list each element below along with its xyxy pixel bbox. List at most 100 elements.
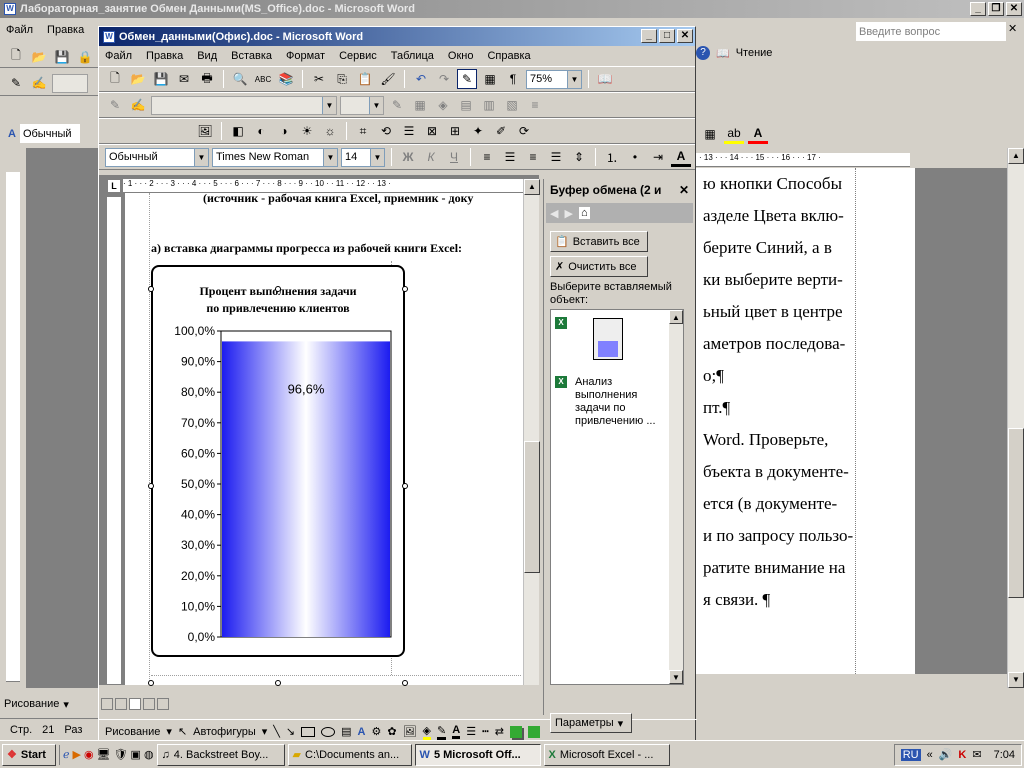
options-button[interactable]: Параметры ▾ bbox=[550, 713, 632, 733]
indent-icon[interactable]: ⇥ bbox=[648, 147, 668, 167]
help-icon[interactable]: ? bbox=[696, 46, 710, 60]
edit-icon[interactable]: ✎ bbox=[6, 73, 26, 93]
print-icon[interactable]: 🖶 bbox=[197, 69, 217, 89]
line-spacing-icon[interactable]: ⇕ bbox=[569, 147, 589, 167]
border-icon[interactable]: ▦ bbox=[410, 95, 430, 115]
transparent-icon[interactable]: ✐ bbox=[491, 121, 511, 141]
style-combo[interactable]: Обычный ▼ bbox=[105, 147, 209, 167]
diagram-icon[interactable]: ⚙ bbox=[371, 725, 381, 738]
resize-handle[interactable] bbox=[148, 483, 154, 489]
align-left-icon[interactable]: ≡ bbox=[477, 147, 497, 167]
autoshapes-menu[interactable]: Автофигуры bbox=[193, 726, 256, 738]
styles-icon[interactable]: A bbox=[8, 128, 16, 140]
fill-icon[interactable]: ◈ bbox=[433, 95, 453, 115]
quicklaunch-icon-6[interactable]: ▣ bbox=[131, 748, 141, 761]
menu-edit[interactable]: Правка bbox=[47, 24, 84, 36]
italic-button[interactable]: К bbox=[421, 147, 441, 167]
new-doc-icon[interactable]: 🗋 bbox=[6, 47, 26, 67]
scroll-down-button[interactable]: ▼ bbox=[1008, 672, 1024, 688]
compress-icon[interactable]: ⊠ bbox=[422, 121, 442, 141]
close-icon[interactable]: ✕ bbox=[679, 183, 689, 197]
task-word[interactable]: W5 Microsoft Off... bbox=[414, 743, 541, 766]
rotate-icon[interactable]: ⟲ bbox=[376, 121, 396, 141]
fill-color-icon[interactable]: ◈ bbox=[422, 724, 432, 740]
copy-icon[interactable]: ⎘ bbox=[332, 69, 352, 89]
redo-icon[interactable]: ↷ bbox=[434, 69, 454, 89]
disabled-combo-2[interactable]: ▼ bbox=[340, 95, 384, 115]
print-preview-icon[interactable]: 🔍 bbox=[230, 69, 250, 89]
bold-button[interactable]: Ж bbox=[398, 147, 418, 167]
list-scrollbar[interactable]: ▲ ▼ bbox=[669, 310, 683, 684]
edit-icon[interactable]: ✎ bbox=[105, 95, 125, 115]
resize-handle[interactable] bbox=[148, 286, 154, 292]
task-winamp[interactable]: ♫ 4. Backstreet Boy... bbox=[156, 743, 285, 766]
paste-icon[interactable]: 📋 bbox=[355, 69, 375, 89]
scroll-thumb[interactable] bbox=[524, 441, 540, 573]
front-vertical-scrollbar[interactable]: ▲ bbox=[523, 179, 540, 685]
show-marks-icon[interactable]: ¶ bbox=[503, 69, 523, 89]
align-icon[interactable]: ≡ bbox=[525, 95, 545, 115]
language-indicator[interactable]: RU bbox=[900, 748, 921, 761]
new-doc-icon[interactable]: 🗋 bbox=[105, 69, 125, 89]
brightness-down-icon[interactable]: ☼ bbox=[320, 121, 340, 141]
resize-handle[interactable] bbox=[402, 680, 408, 686]
format-picture-icon[interactable]: ✦ bbox=[468, 121, 488, 141]
clear-all-button[interactable]: ✗ Очистить все bbox=[550, 256, 648, 277]
spelling-icon[interactable]: ABC bbox=[253, 69, 273, 89]
quicklaunch-icon-5[interactable]: 🛡 bbox=[114, 748, 128, 761]
tray-icon-1[interactable]: « bbox=[927, 749, 933, 761]
task-explorer[interactable]: ▰ C:\Documents an... bbox=[287, 743, 412, 766]
close-button[interactable]: ✕ bbox=[1006, 2, 1022, 16]
picture-icon[interactable]: 🖼 bbox=[403, 725, 417, 738]
arrow-style-icon[interactable]: ⇄ bbox=[495, 725, 504, 738]
numbering-icon[interactable]: ⒈ bbox=[602, 147, 622, 167]
back-combo[interactable] bbox=[52, 73, 88, 93]
web-view-icon[interactable] bbox=[115, 698, 127, 710]
scroll-up-button[interactable]: ▲ bbox=[1008, 148, 1024, 164]
reading-icon[interactable]: 📖 bbox=[716, 47, 730, 60]
textbox-icon[interactable]: ▤ bbox=[341, 725, 351, 738]
home-icon[interactable]: ⌂ bbox=[578, 207, 590, 219]
paste-all-button[interactable]: 📋 Вставить все bbox=[550, 231, 648, 252]
help-search-input[interactable]: Введите вопрос bbox=[856, 22, 1006, 41]
split-icon[interactable]: ▧ bbox=[502, 95, 522, 115]
forward-arrow-icon[interactable]: ▶ bbox=[564, 207, 572, 220]
rectangle-icon[interactable] bbox=[301, 726, 316, 737]
align-center-icon[interactable]: ☰ bbox=[500, 147, 520, 167]
menu-view[interactable]: Вид bbox=[197, 50, 217, 62]
line-color-icon[interactable]: ✎ bbox=[437, 724, 447, 740]
table-grid-icon[interactable]: ▤ bbox=[456, 95, 476, 115]
contrast-down-icon[interactable]: ◑ bbox=[274, 121, 294, 141]
save-icon[interactable]: 💾 bbox=[52, 47, 72, 67]
menu-window[interactable]: Окно bbox=[448, 50, 474, 62]
undo-icon[interactable]: ↶ bbox=[411, 69, 431, 89]
drawing-menu[interactable]: Рисование bbox=[105, 726, 160, 738]
drawing-toggle-icon[interactable]: ✎ bbox=[457, 69, 477, 89]
back-vertical-scrollbar[interactable]: ▲ ▼ bbox=[1007, 148, 1024, 688]
resize-handle[interactable] bbox=[275, 286, 281, 292]
3d-icon[interactable] bbox=[527, 725, 540, 738]
resize-handle[interactable] bbox=[148, 680, 154, 686]
select-objects-icon[interactable]: ↖ bbox=[178, 725, 187, 738]
antivirus-icon[interactable]: K bbox=[958, 749, 966, 761]
back-drawing-menu[interactable]: Рисование bbox=[4, 698, 59, 710]
open-icon[interactable]: 📂 bbox=[29, 47, 49, 67]
bullets-icon[interactable]: • bbox=[625, 147, 645, 167]
clipboard-item-chart[interactable]: X bbox=[555, 316, 681, 372]
line-style-icon[interactable]: ☰ bbox=[466, 725, 476, 738]
format-painter-icon[interactable]: 🖌 bbox=[378, 69, 398, 89]
underline-button[interactable]: Ч bbox=[444, 147, 464, 167]
start-button[interactable]: ❖ Start bbox=[2, 743, 56, 766]
clipboard-item-text[interactable]: X Анализ выполнения задачи по привлечени… bbox=[555, 376, 675, 428]
tray-icon-2[interactable]: 🔊 bbox=[939, 748, 953, 761]
form-icon[interactable]: ✍ bbox=[128, 95, 148, 115]
permission-icon[interactable]: 🔒 bbox=[75, 47, 95, 67]
tray-icon-3[interactable]: ✉ bbox=[972, 748, 981, 761]
brightness-up-icon[interactable]: ☀ bbox=[297, 121, 317, 141]
arrow-icon[interactable]: ↘ bbox=[286, 725, 295, 738]
normal-view-icon[interactable] bbox=[101, 698, 113, 710]
align-right-icon[interactable]: ≡ bbox=[523, 147, 543, 167]
cut-icon[interactable]: ✂ bbox=[309, 69, 329, 89]
wordart-icon[interactable]: A bbox=[358, 726, 366, 738]
line-icon[interactable]: ╲ bbox=[273, 725, 280, 738]
